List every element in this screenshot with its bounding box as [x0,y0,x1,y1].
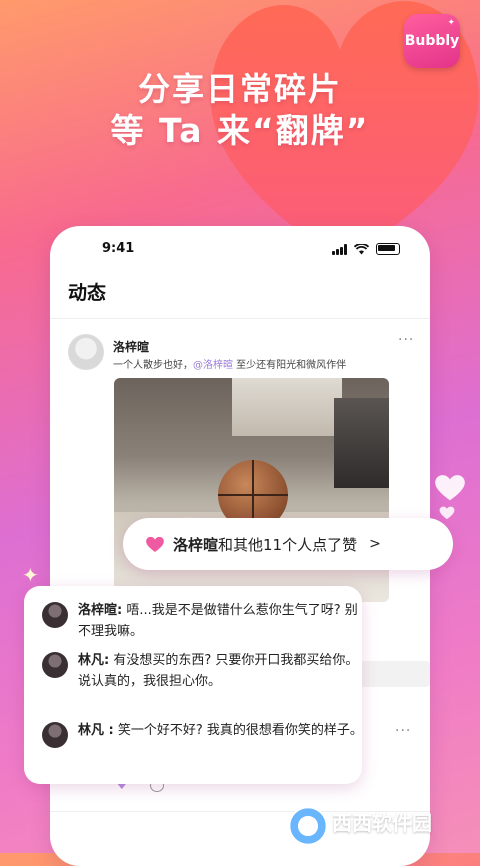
watermark-logo-icon [288,806,328,846]
post-text: 一个人散步也好，@洛梓暄 至少还有阳光和微风作伴 [113,356,346,371]
photo-window [232,378,342,436]
post-author-avatar[interactable] [68,334,104,370]
bubbly-logo: Bubbly ✦ [404,14,460,68]
chat-text: 洛梓暄: 唔...我是不是做错什么惹你生气了呀? 别不理我嘛。 [78,600,363,642]
more-options-icon-2[interactable]: ··· [395,723,411,739]
watermark-sub: CR173.COM [332,835,395,846]
small-heart-icon [435,475,465,501]
post-text-part: 至少还有阳光和微风作伴 [233,360,347,371]
chat-avatar [42,722,68,748]
battery-icon [376,243,400,255]
chat-avatar [42,602,68,628]
status-icons [332,243,400,255]
chat-message[interactable]: 林凡 : 笑一个好不好? 我真的很想看你笑的样子。 [42,720,363,748]
post-author-name[interactable]: 洛梓暄 [113,338,149,355]
divider [50,318,430,319]
chat-message[interactable]: 林凡: 有没想买的东西? 只要你开口我都买给你。说认真的，我很担心你。 [42,650,363,692]
chat-sender: 洛梓暄: [78,603,123,618]
chat-text: 林凡: 有没想买的东西? 只要你开口我都买给你。说认真的，我很担心你。 [78,650,363,692]
photo-bed [334,398,389,488]
sparkle-icon: ✦ [447,18,455,28]
like-summary-text: 和其他11个人点了赞 [218,535,358,554]
status-time: 9:41 [102,241,135,256]
watermark-main: 西西软件园 [332,810,432,835]
chevron-right-icon: > [369,536,381,552]
chat-text: 林凡 : 笑一个好不好? 我真的很想看你笑的样子。 [78,720,363,748]
chat-sender: 林凡 : [78,723,114,738]
chat-messages-card: 洛梓暄: 唔...我是不是做错什么惹你生气了呀? 别不理我嘛。 林凡: 有没想买… [24,586,363,784]
more-options-icon[interactable]: ··· [398,332,414,348]
heart-icon [146,536,164,552]
like-summary-bar[interactable]: 洛梓暄 和其他11个人点了赞 > [123,518,453,570]
sparkle-icon: ✦ [22,563,39,587]
like-first-name: 洛梓暄 [173,535,219,554]
signal-icon [332,243,347,255]
post-mention-link[interactable]: @洛梓暄 [193,360,233,371]
watermark-text: 西西软件园 CR173.COM [332,807,432,846]
post-text-part: 一个人散步也好， [113,360,193,371]
headline-line-2: 等 Ta 来“翻牌” [110,111,370,150]
logo-text: Bubbly [404,33,460,49]
wifi-icon [354,243,369,254]
small-heart-icon-2 [439,506,455,520]
site-watermark: 西西软件园 CR173.COM [288,804,458,848]
page-title: 动态 [68,282,107,304]
chat-avatar [42,652,68,678]
chat-message[interactable]: 洛梓暄: 唔...我是不是做错什么惹你生气了呀? 别不理我嘛。 [42,600,363,642]
chat-sender: 林凡: [78,653,110,668]
chat-content: 笑一个好不好? 我真的很想看你笑的样子。 [113,723,363,738]
chat-content: 有没想买的东西? 只要你开口我都买给你。说认真的，我很担心你。 [78,653,359,689]
